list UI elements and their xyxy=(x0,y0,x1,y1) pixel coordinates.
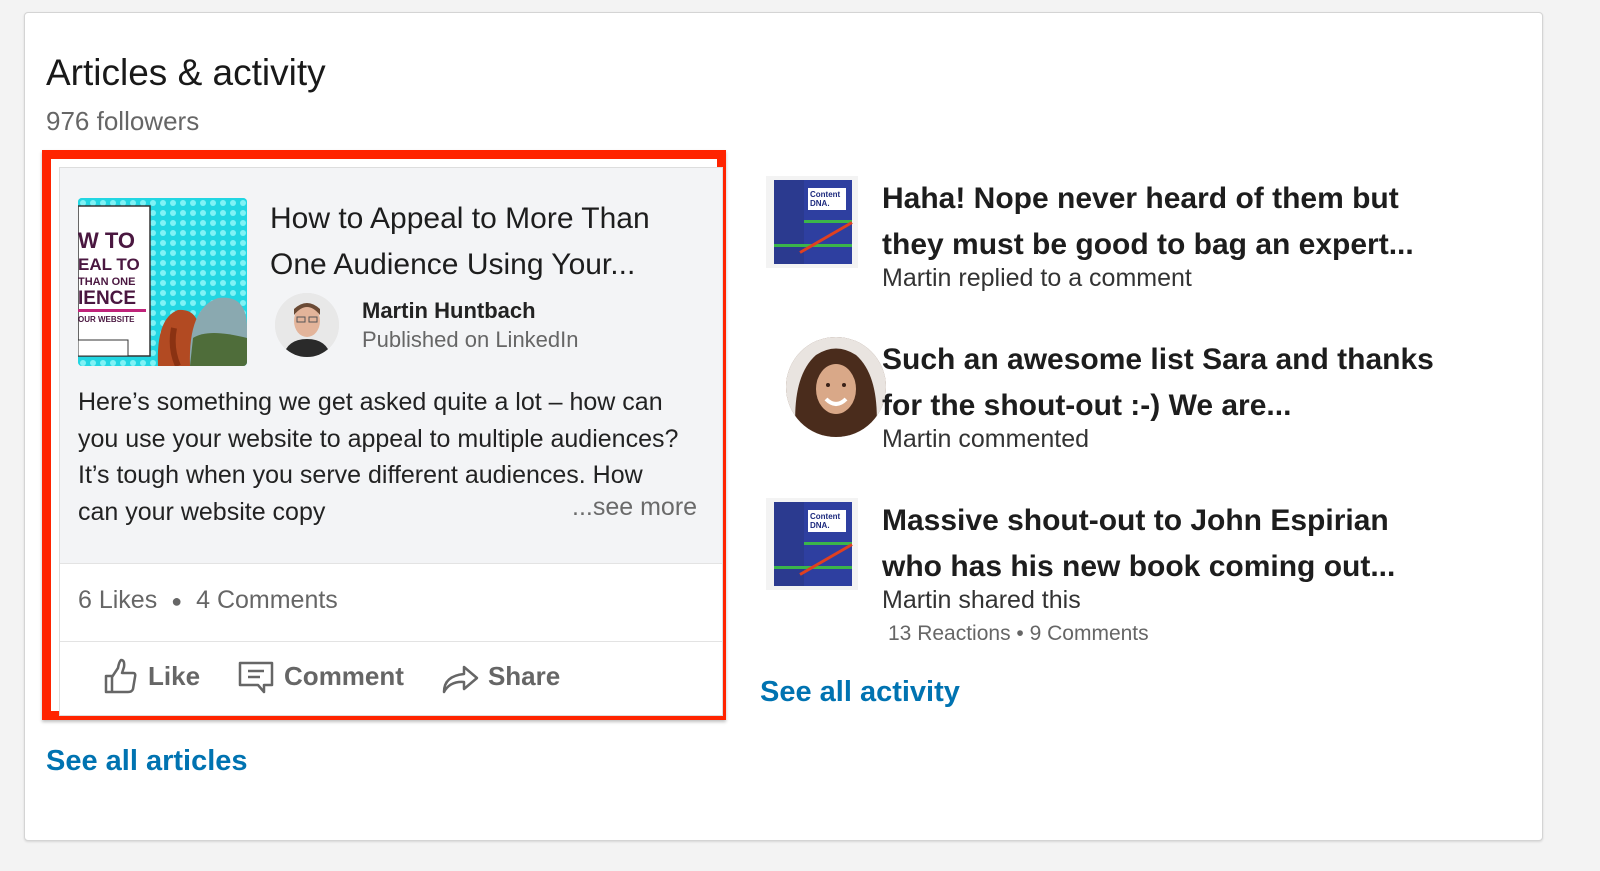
comment-button[interactable]: Comment xyxy=(236,656,404,696)
author-subtitle: Published on LinkedIn xyxy=(362,327,579,352)
share-button[interactable]: Share xyxy=(440,656,560,696)
thumb-line-1: W TO xyxy=(78,228,135,253)
thumb-line-5: OUR WEBSITE xyxy=(78,315,135,324)
book-cover-image: Content DNA. xyxy=(766,176,858,268)
activity-item[interactable]: Such an awesome list Sara and thanks for… xyxy=(760,337,1460,467)
article-thumbnail[interactable]: W TO EAL TO THAN ONE IENCE OUR WEBSITE xyxy=(78,198,247,366)
see-more-link[interactable]: ...see more xyxy=(562,493,698,522)
comments-count[interactable]: 4 Comments xyxy=(196,586,338,614)
likes-count[interactable]: 6 Likes xyxy=(78,586,157,614)
author-name[interactable]: Martin Huntbach xyxy=(362,298,536,324)
activity-subtitle: Martin commented xyxy=(882,425,1090,453)
commenter-photo xyxy=(786,337,886,437)
article-preview[interactable]: W TO EAL TO THAN ONE IENCE OUR WEBSITE H… xyxy=(60,168,722,564)
see-all-articles-link[interactable]: See all articles xyxy=(46,745,248,778)
article-stats: 6 Likes ● 4 Comments xyxy=(78,586,338,615)
book-title-line-2: DNA. xyxy=(810,199,830,208)
activity-title[interactable]: Haha! Nope never heard of them but they … xyxy=(882,176,1442,268)
article-title[interactable]: How to Appeal to More Than One Audience … xyxy=(270,196,710,288)
book-cover-image: Content DNA. xyxy=(766,498,858,590)
activity-subtitle: Martin replied to a comment xyxy=(882,264,1192,292)
activity-item[interactable]: Content DNA. Massive shout-out to John Es… xyxy=(760,498,1460,658)
activity-thumbnail[interactable]: Content DNA. xyxy=(766,498,858,590)
author-avatar[interactable] xyxy=(275,293,339,357)
activity-title[interactable]: Massive shout-out to John Espirian who h… xyxy=(882,498,1442,590)
activity-subtitle: Martin shared this xyxy=(882,586,1081,614)
see-all-activity-link[interactable]: See all activity xyxy=(760,676,960,709)
like-button[interactable]: Like xyxy=(100,656,200,696)
comment-icon xyxy=(238,661,274,694)
section-title: Articles & activity xyxy=(46,52,326,93)
thumbs-up-icon xyxy=(104,658,137,694)
thumb-line-2: EAL TO xyxy=(78,255,140,274)
activity-title[interactable]: Such an awesome list Sara and thanks for… xyxy=(882,337,1442,429)
thumb-line-4: IENCE xyxy=(78,288,136,309)
book-title-line-1: Content xyxy=(810,190,841,199)
article-card[interactable]: W TO EAL TO THAN ONE IENCE OUR WEBSITE H… xyxy=(59,167,723,716)
separator-dot: ● xyxy=(171,590,183,611)
article-thumbnail-image: W TO EAL TO THAN ONE IENCE OUR WEBSITE xyxy=(78,198,247,366)
divider xyxy=(60,641,722,642)
comment-label: Comment xyxy=(284,660,404,691)
highlight-box: W TO EAL TO THAN ONE IENCE OUR WEBSITE H… xyxy=(42,150,726,720)
activity-avatar[interactable] xyxy=(786,337,886,437)
like-label: Like xyxy=(148,660,201,691)
article-actions: Like Comment Share xyxy=(100,656,560,696)
book-title-line-2: DNA. xyxy=(810,521,830,530)
thumb-line-3: THAN ONE xyxy=(78,276,135,288)
activity-item[interactable]: Content DNA. Haha! Nope never heard of th… xyxy=(760,176,1460,306)
followers-count: 976 followers xyxy=(46,106,200,136)
activity-reactions[interactable]: 13 Reactions • 9 Comments xyxy=(888,622,1149,646)
author-photo xyxy=(275,293,339,357)
share-label: Share xyxy=(487,660,561,691)
share-arrow-icon xyxy=(442,665,479,694)
activity-thumbnail[interactable]: Content DNA. xyxy=(766,176,858,268)
book-title-line-1: Content xyxy=(810,512,841,521)
